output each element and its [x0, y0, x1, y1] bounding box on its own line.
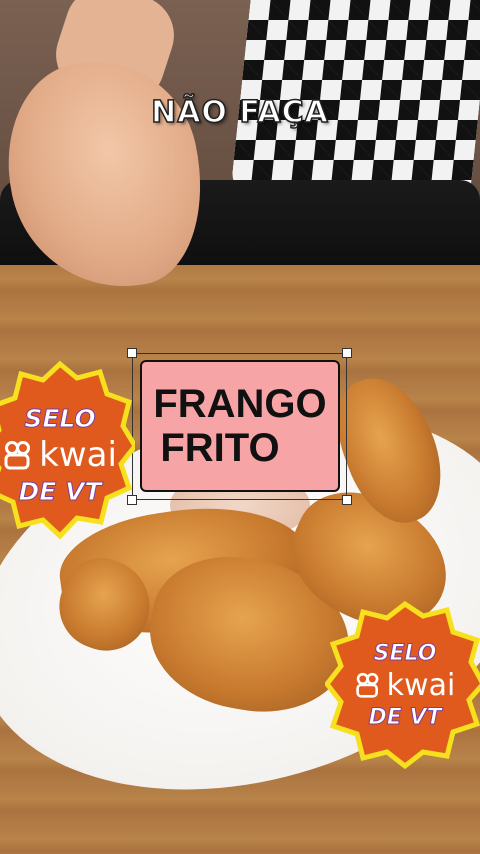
kwai-logo: kwai — [3, 435, 117, 475]
video-frame: NÃO FAÇA FRANGO FRITO SELO kwai DE VT SE… — [0, 0, 480, 854]
seal-bottom-text: DE VT — [368, 704, 442, 730]
title-line-1: FRANGO — [153, 382, 327, 426]
headline-caption: NÃO FAÇA — [150, 94, 329, 131]
kwai-seal-sticker: SELO kwai DE VT — [0, 360, 135, 550]
kwai-icon — [355, 672, 379, 698]
kwai-icon — [4, 441, 31, 470]
title-line-2: FRITO — [160, 426, 280, 470]
resize-handle-bottom-right[interactable] — [342, 495, 352, 505]
kwai-logo: kwai — [355, 667, 456, 703]
kwai-brand-text: kwai — [39, 435, 117, 475]
seal-bottom-text: DE VT — [18, 477, 102, 507]
resize-handle-top-right[interactable] — [342, 348, 352, 358]
seal-top-text: SELO — [373, 640, 437, 666]
title-text-box[interactable]: FRANGO FRITO — [140, 360, 340, 492]
seal-top-text: SELO — [24, 404, 96, 434]
kwai-brand-text: kwai — [386, 667, 456, 703]
resize-handle-top-left[interactable] — [127, 348, 137, 358]
kwai-seal-sticker: SELO kwai DE VT — [325, 600, 480, 770]
